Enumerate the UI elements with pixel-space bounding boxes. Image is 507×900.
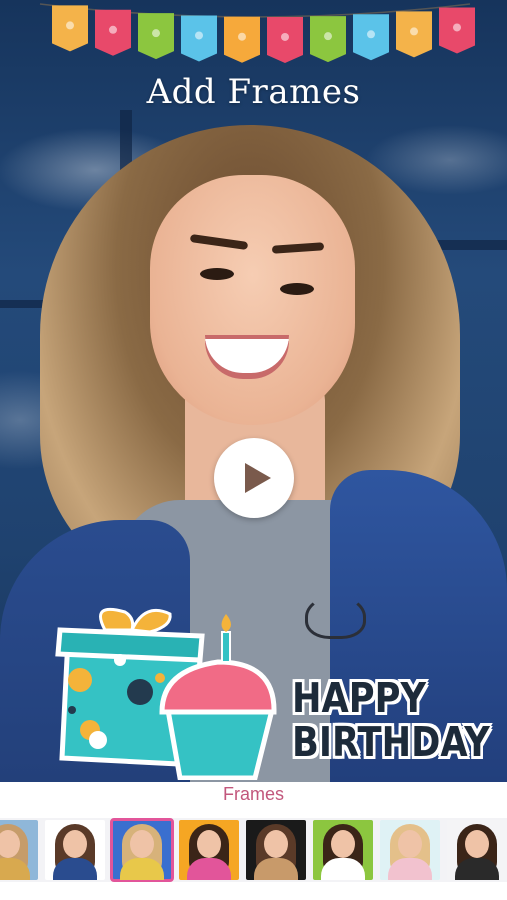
frames-label: Frames bbox=[222, 784, 284, 804]
frame-thumbnail[interactable] bbox=[246, 820, 306, 880]
thumb-face bbox=[465, 830, 489, 858]
birthday-text: BIRTHDAY bbox=[292, 718, 490, 766]
bunting-flag-dot bbox=[281, 32, 289, 41]
bunting-flag-dot bbox=[453, 23, 461, 32]
bunting-flag-dot bbox=[109, 25, 117, 34]
frame-thumbnail[interactable] bbox=[313, 820, 373, 880]
thumb-face bbox=[197, 830, 221, 858]
bunting-flag-dot bbox=[66, 21, 74, 30]
frame-thumbnail[interactable] bbox=[447, 820, 507, 880]
thumb-body bbox=[53, 858, 97, 880]
play-icon bbox=[245, 463, 271, 493]
frame-thumbnail[interactable] bbox=[179, 820, 239, 880]
thumb-body bbox=[455, 858, 499, 880]
happy-text: HAPPY bbox=[292, 674, 427, 722]
bunting-flag-dot bbox=[324, 32, 332, 41]
happy-birthday-text: HAPPY BIRTHDAY bbox=[292, 676, 490, 764]
page-title: Add Frames bbox=[146, 72, 361, 112]
thumb-face bbox=[63, 830, 87, 858]
bunting-flag-dot bbox=[152, 29, 160, 38]
eye-left bbox=[200, 268, 234, 280]
thumb-body bbox=[187, 858, 231, 880]
thumb-body bbox=[321, 858, 365, 880]
play-button[interactable] bbox=[214, 438, 294, 518]
eye-right bbox=[280, 283, 314, 295]
thumb-body bbox=[254, 858, 298, 880]
thumb-face bbox=[331, 830, 355, 858]
thumb-body bbox=[120, 858, 164, 880]
bunting-flag-dot bbox=[410, 27, 418, 36]
bunting-flag-dot bbox=[367, 30, 375, 39]
thumb-face bbox=[130, 830, 154, 858]
frame-thumbnail[interactable] bbox=[0, 820, 38, 880]
thumb-face bbox=[398, 830, 422, 858]
frame-thumbnail[interactable] bbox=[110, 818, 174, 882]
frame-thumbnail[interactable] bbox=[380, 820, 440, 880]
frame-thumbnail[interactable] bbox=[45, 820, 105, 880]
thumb-face bbox=[264, 830, 288, 858]
bottom-spacer bbox=[0, 882, 507, 900]
thumb-body bbox=[388, 858, 432, 880]
bunting-decoration bbox=[39, 3, 475, 63]
person-face bbox=[150, 175, 355, 425]
bunting-flag-dot bbox=[238, 32, 246, 41]
bunting-flag-dot bbox=[195, 31, 203, 40]
